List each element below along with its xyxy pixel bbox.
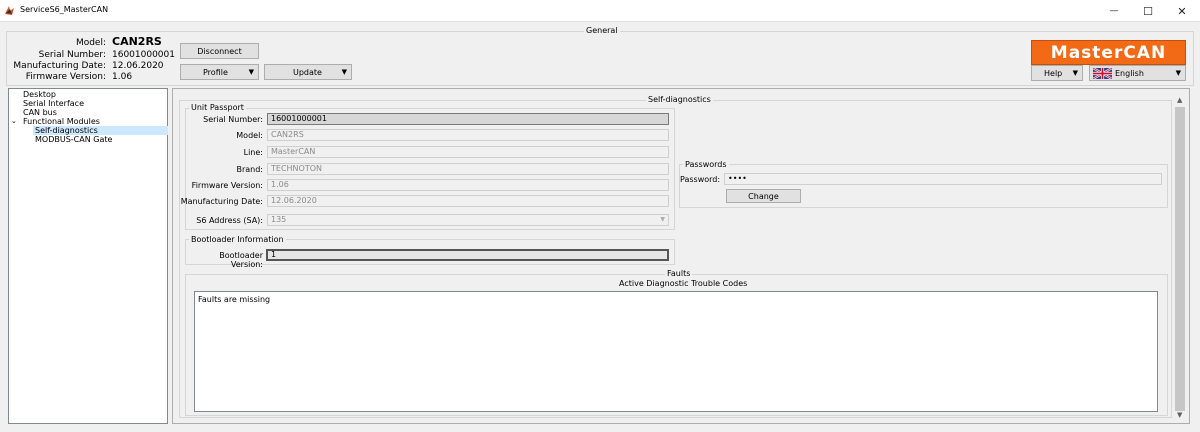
mfg-date-value: 12.06.2020 xyxy=(112,61,164,71)
passport-brand-field[interactable]: TECHNOTON xyxy=(267,163,669,175)
profile-dropdown[interactable]: Profile ▼ xyxy=(180,64,259,80)
s6-address-select[interactable]: 135 ▼ xyxy=(267,214,669,226)
tree-item-serial-interface[interactable]: Serial Interface xyxy=(23,99,84,108)
chevron-down-icon: ▼ xyxy=(1072,69,1078,77)
bootloader-version-field[interactable]: 1 xyxy=(266,249,669,261)
self-diagnostics-title: Self-diagnostics xyxy=(646,95,713,104)
password-label: Password: xyxy=(680,175,721,184)
passport-model-label: Model: xyxy=(236,131,263,140)
minimize-icon: — xyxy=(1109,6,1119,16)
passport-firmware-field[interactable]: 1.06 xyxy=(267,179,669,191)
firmware-value: 1.06 xyxy=(112,72,133,82)
expand-chevron-icon[interactable]: ⌄ xyxy=(11,117,17,125)
title-bar: ServiceS6_MasterCAN — ☐ ✕ xyxy=(0,0,1200,22)
dtc-title: Active Diagnostic Trouble Codes xyxy=(619,279,748,288)
passport-brand-label: Brand: xyxy=(236,165,263,174)
change-label: Change xyxy=(748,191,779,201)
password-input[interactable]: •••• xyxy=(724,173,1162,185)
uk-flag-icon xyxy=(1093,68,1112,79)
chevron-down-icon: ▼ xyxy=(1175,69,1181,77)
change-password-button[interactable]: Change xyxy=(726,189,801,203)
chevron-down-icon: ▼ xyxy=(248,68,254,76)
bootloader-version-label: Bootloader Version: xyxy=(219,251,263,269)
scroll-down-icon[interactable]: ▼ xyxy=(1177,411,1182,419)
general-title: General xyxy=(584,26,620,35)
tree-item-modbus-can-gate[interactable]: MODBUS-CAN Gate xyxy=(35,135,112,144)
serial-label: Serial Number: xyxy=(38,50,106,60)
model-value: CAN2RS xyxy=(112,35,162,48)
maximize-icon: ☐ xyxy=(1143,4,1153,18)
passport-mfg-label: Manufacturing Date: xyxy=(180,197,263,206)
mastercan-logo: MasterCAN xyxy=(1031,40,1186,65)
chevron-down-icon: ▼ xyxy=(660,216,665,223)
logo-text: MasterCAN xyxy=(1050,42,1167,63)
passport-mfg-field[interactable]: 12.06.2020 xyxy=(267,195,669,207)
tree-item-functional-modules[interactable]: Functional Modules xyxy=(23,117,100,126)
close-button[interactable]: ✕ xyxy=(1165,0,1199,22)
s6-address-label: S6 Address (SA): xyxy=(196,216,263,225)
passport-line-label: Line: xyxy=(243,148,263,157)
tree-item-can-bus[interactable]: CAN bus xyxy=(23,108,57,117)
help-label: Help xyxy=(1044,68,1063,78)
model-label: Model: xyxy=(75,38,106,48)
window-title: ServiceS6_MasterCAN xyxy=(20,5,109,14)
close-icon: ✕ xyxy=(1177,4,1187,18)
navigation-tree: Desktop Serial Interface CAN bus ⌄ Funct… xyxy=(8,88,168,424)
faults-message: Faults are missing xyxy=(198,295,271,304)
passport-model-field[interactable]: CAN2RS xyxy=(267,129,669,141)
profile-label: Profile xyxy=(203,67,228,77)
disconnect-button[interactable]: Disconnect xyxy=(180,43,259,59)
language-label: English xyxy=(1115,68,1144,78)
serial-value: 16001000001 xyxy=(112,50,175,60)
faults-title: Faults xyxy=(665,269,693,278)
disconnect-label: Disconnect xyxy=(197,46,242,56)
chevron-down-icon: ▼ xyxy=(341,68,347,76)
update-label: Update xyxy=(293,67,322,77)
scrollbar-thumb[interactable] xyxy=(1175,107,1185,411)
dtc-list[interactable]: Faults are missing xyxy=(194,291,1158,412)
update-dropdown[interactable]: Update ▼ xyxy=(264,64,352,80)
scroll-up-icon[interactable]: ▲ xyxy=(1177,96,1182,104)
passport-serial-label: Serial Number: xyxy=(203,115,263,124)
firmware-label: Firmware Version: xyxy=(25,72,106,82)
passport-line-field[interactable]: MasterCAN xyxy=(267,146,669,158)
mfg-date-label: Manufacturing Date: xyxy=(13,61,106,71)
s6-address-value: 135 xyxy=(271,215,287,224)
minimize-button[interactable]: — xyxy=(1097,0,1131,22)
unit-passport-title: Unit Passport xyxy=(189,103,246,112)
language-dropdown[interactable]: English ▼ xyxy=(1089,65,1186,81)
tree-item-desktop[interactable]: Desktop xyxy=(23,90,56,99)
app-icon xyxy=(4,5,15,16)
maximize-button[interactable]: ☐ xyxy=(1131,0,1165,22)
tree-item-self-diagnostics[interactable]: Self-diagnostics xyxy=(35,126,98,135)
bootloader-title: Bootloader Information xyxy=(189,235,286,244)
passwords-title: Passwords xyxy=(683,160,729,169)
help-dropdown[interactable]: Help ▼ xyxy=(1031,65,1083,81)
passport-serial-field[interactable]: 16001000001 xyxy=(267,113,669,125)
passport-firmware-label: Firmware Version: xyxy=(191,181,263,190)
